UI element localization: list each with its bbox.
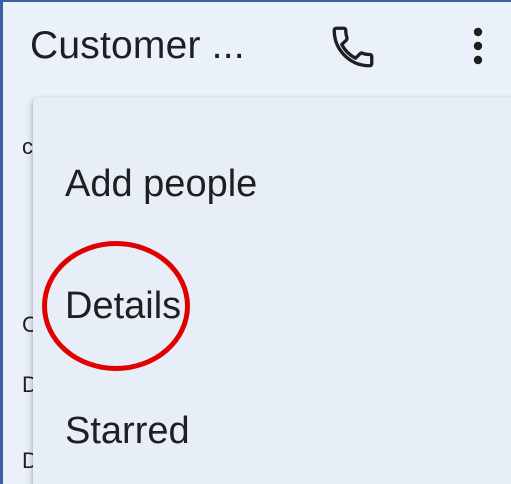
menu-item-label: Details xyxy=(65,285,182,327)
app-screen: Customer ... c C D D Add people Details … xyxy=(0,0,511,484)
call-button[interactable] xyxy=(328,22,378,72)
overflow-menu: Add people Details Starred xyxy=(33,97,511,484)
menu-item-add-people[interactable]: Add people xyxy=(33,135,511,235)
menu-item-details[interactable]: Details xyxy=(33,257,511,357)
top-app-bar: Customer ... xyxy=(3,2,511,92)
phone-icon xyxy=(332,26,374,68)
menu-item-label: Starred xyxy=(65,410,190,452)
menu-item-starred[interactable]: Starred xyxy=(33,382,511,482)
screenshot-frame-left xyxy=(0,0,3,484)
menu-item-label: Add people xyxy=(65,163,258,205)
conversation-title[interactable]: Customer ... xyxy=(30,24,245,68)
screenshot-frame-top xyxy=(0,0,511,2)
background-text-fragment: c xyxy=(22,134,33,159)
more-options-button[interactable] xyxy=(458,22,498,72)
more-vertical-icon xyxy=(473,27,483,65)
